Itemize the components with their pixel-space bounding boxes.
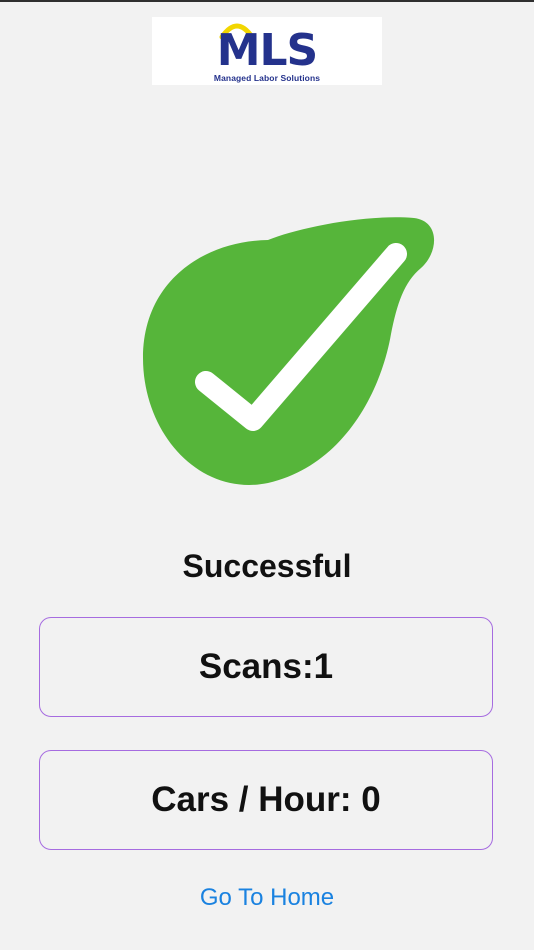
scans-stat-box: Scans:1 <box>39 617 493 717</box>
status-message: Successful <box>182 548 352 584</box>
logo-subtitle: Managed Labor Solutions <box>213 73 321 83</box>
scans-stat-label: Scans:1 <box>198 647 334 686</box>
cars-per-hour-stat-label: Cars / Hour: 0 <box>151 780 381 819</box>
mls-logo: MLS Managed Labor Solutions <box>152 17 382 85</box>
top-divider <box>0 0 534 2</box>
logo-wordmark: MLS <box>216 25 319 76</box>
cars-per-hour-stat-box: Cars / Hour: 0 <box>39 750 493 850</box>
go-to-home-link[interactable]: Go To Home <box>0 882 534 914</box>
checkmark-success-icon <box>143 217 435 485</box>
